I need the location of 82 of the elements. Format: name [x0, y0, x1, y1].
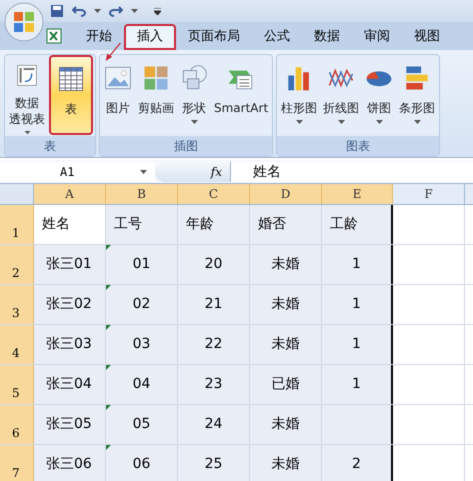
ribbon-tab[interactable]: 插入 — [124, 24, 176, 50]
table-cell: 04 — [106, 365, 178, 404]
table-cell: 1 — [322, 365, 393, 404]
table-cell: 工号 — [106, 205, 178, 244]
group-label: 图表 — [277, 136, 440, 156]
ribbon-tab[interactable]: 公式 — [252, 24, 302, 50]
ribbon-tab[interactable]: 数据 — [302, 24, 352, 50]
table-cell: 22 — [178, 325, 250, 364]
table-cell: 未婚 — [250, 405, 322, 444]
clipart-icon — [142, 64, 170, 92]
table-cell: 05 — [106, 405, 178, 444]
ribbon-button[interactable]: SmartArt — [212, 55, 270, 135]
table-cell: 已婚 — [250, 365, 322, 404]
table-cell: 1 — [322, 285, 393, 324]
formula-field[interactable]: 姓名 — [230, 162, 473, 182]
row-header[interactable]: 4 — [0, 325, 34, 364]
column-header[interactable]: A — [34, 184, 106, 204]
group-label: 插图 — [100, 136, 272, 156]
table-cell: 24 — [178, 405, 250, 444]
ribbon-tab[interactable]: 开始 — [74, 24, 124, 50]
ribbon-button[interactable]: 剪贴画 — [136, 55, 176, 135]
table-cell: 张三06 — [34, 445, 106, 481]
row-header[interactable]: 1 — [0, 205, 34, 244]
table-cell: 未婚 — [250, 285, 322, 324]
annotation-arrow — [104, 42, 122, 62]
shapes-icon — [180, 64, 208, 92]
column-header[interactable]: F — [393, 184, 465, 204]
row-header[interactable]: 5 — [0, 365, 34, 404]
row-header[interactable]: 2 — [0, 245, 34, 284]
ribbon-button[interactable]: 表 — [49, 55, 93, 135]
customize-caret-icon[interactable] — [154, 8, 161, 14]
table-cell: 1 — [322, 325, 393, 364]
ribbon-button[interactable]: 数据透视表 — [7, 55, 47, 135]
table-cell: 2 — [322, 445, 393, 481]
table-cell: 1 — [322, 245, 393, 284]
save-icon[interactable] — [50, 4, 64, 18]
table-cell: 张三04 — [34, 365, 106, 404]
name-box[interactable]: A1 — [0, 162, 155, 182]
table-cell: 未婚 — [250, 445, 322, 481]
redo-icon[interactable] — [109, 5, 123, 17]
insert-function-button[interactable]: fx — [210, 162, 222, 180]
ribbon-button[interactable]: 饼图 — [363, 55, 396, 135]
dropdown-caret-icon — [140, 170, 147, 174]
column-header[interactable]: E — [322, 184, 393, 204]
table-cell: 未婚 — [250, 245, 322, 284]
ribbon-tab[interactable]: 审阅 — [352, 24, 402, 50]
column-header[interactable]: D — [250, 184, 322, 204]
table-cell: 年龄 — [178, 205, 250, 244]
table-cell: 23 — [178, 365, 250, 404]
ribbon-button[interactable]: 条形图 — [397, 55, 438, 135]
table-cell: 未婚 — [250, 325, 322, 364]
table-grid-icon — [57, 65, 85, 93]
picture-icon — [104, 64, 132, 92]
ribbon-tab[interactable]: 视图 — [402, 24, 452, 50]
dropdown-caret-icon — [94, 9, 101, 13]
row-header[interactable]: 3 — [0, 285, 34, 324]
excel-icon — [46, 28, 62, 44]
table-cell: 工龄 — [322, 205, 393, 244]
table-cell: 婚否 — [250, 205, 322, 244]
table-cell: 21 — [178, 285, 250, 324]
dropdown-caret-icon — [131, 9, 138, 13]
table-cell: 张三03 — [34, 325, 106, 364]
table-cell: 张三05 — [34, 405, 106, 444]
ribbon-button[interactable]: 折线图 — [321, 55, 362, 135]
group-label: 表 — [5, 136, 95, 156]
row-header[interactable]: 6 — [0, 405, 34, 444]
ribbon-button[interactable]: 图片 — [102, 55, 134, 135]
table-cell: 01 — [106, 245, 178, 284]
table-cell: 张三01 — [34, 245, 106, 284]
table-cell: 20 — [178, 245, 250, 284]
ribbon-button[interactable]: 形状 — [178, 55, 210, 135]
column-header[interactable]: B — [106, 184, 178, 204]
ribbon-button[interactable]: 柱形图 — [279, 55, 320, 135]
table-cell: 02 — [106, 285, 178, 324]
table-cell: 张三02 — [34, 285, 106, 324]
table-cell: 25 — [178, 445, 250, 481]
undo-icon[interactable] — [72, 5, 86, 17]
row-header[interactable]: 7 — [0, 445, 34, 481]
ribbon-tab[interactable]: 页面布局 — [176, 24, 252, 50]
column-header[interactable]: C — [178, 184, 250, 204]
table-cell: 06 — [106, 445, 178, 481]
table-cell: 03 — [106, 325, 178, 364]
